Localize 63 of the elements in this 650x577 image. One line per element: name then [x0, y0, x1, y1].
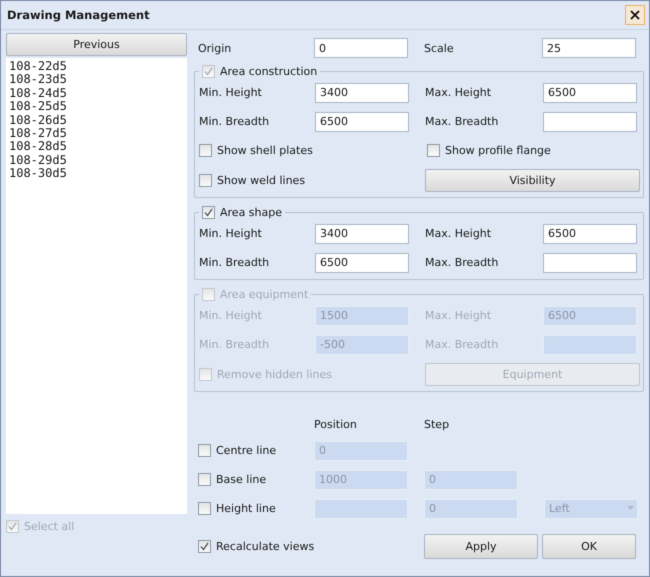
input-field[interactable]: 6500 — [543, 224, 637, 244]
input-field[interactable]: 3400 — [315, 82, 409, 102]
list-item[interactable]: 108-27d5 — [9, 127, 184, 140]
checkbox[interactable] — [198, 540, 211, 552]
field-label: Min. Breadth — [198, 338, 270, 351]
list-item[interactable]: 108-30d5 — [9, 167, 184, 181]
list-item[interactable]: 108-29d5 — [9, 154, 184, 168]
checkbox-label: Recalculate views — [216, 540, 314, 552]
field-label: Max. Breadth — [425, 338, 500, 351]
list-item[interactable]: 108-26d5 — [9, 114, 184, 128]
input-field[interactable]: 0 — [314, 38, 408, 58]
field-label: Min. Breadth — [198, 115, 270, 128]
checkbox[interactable] — [199, 144, 212, 157]
checkbox-label: Remove hidden lines — [217, 368, 332, 380]
visibility-button[interactable]: Visibility — [425, 168, 640, 192]
input-field[interactable]: 25 — [542, 38, 636, 58]
input-field[interactable]: 6500 — [543, 82, 637, 102]
checkbox[interactable] — [198, 473, 211, 486]
input-field[interactable] — [543, 252, 637, 272]
previous-button[interactable]: Previous — [6, 33, 187, 56]
caret-icon — [627, 506, 634, 511]
checkbox-label: Centre line — [216, 444, 276, 457]
close-icon — [630, 10, 640, 20]
checkbox-label: Show weld lines — [217, 174, 306, 186]
field-label: Min. Height — [198, 309, 263, 322]
field-label: Min. Height — [198, 227, 263, 240]
input-field[interactable]: 3400 — [315, 224, 409, 244]
checkbox-label: Height line — [216, 502, 276, 515]
apply-button[interactable]: Apply — [424, 534, 538, 558]
window-title: Drawing Management — [7, 8, 150, 22]
field-label: Origin — [197, 42, 232, 54]
field-label: Max. Breadth — [425, 256, 500, 269]
checkbox[interactable] — [198, 444, 211, 457]
field-label: Min. Height — [198, 86, 263, 99]
list-item[interactable]: 108-24d5 — [9, 86, 184, 100]
list-item[interactable]: 108-25d5 — [9, 100, 184, 114]
checkbox[interactable] — [202, 206, 215, 219]
checkbox[interactable] — [427, 144, 440, 157]
list-item[interactable]: 108-28d5 — [9, 140, 184, 154]
list-item[interactable]: 108-22d5 — [9, 60, 184, 74]
column-header: Step — [424, 418, 450, 430]
checkbox-label: Show profile flange — [445, 144, 551, 157]
field-label: Min. Breadth — [198, 256, 270, 269]
group-title: Area shape — [220, 206, 282, 219]
input-field[interactable]: 6500 — [315, 112, 409, 132]
input-field[interactable]: 6500 — [315, 252, 409, 272]
field-label: Max. Breadth — [425, 115, 500, 128]
checkbox-label: Select all — [24, 520, 74, 533]
group-title: Area equipment — [220, 288, 308, 301]
field-label: Max. Height — [425, 86, 492, 99]
ok-button[interactable]: OK — [542, 534, 636, 558]
field-label: Scale — [424, 42, 455, 54]
column-header: Position — [314, 418, 358, 430]
close-button[interactable] — [625, 5, 645, 25]
input-field[interactable] — [543, 112, 637, 132]
field-label: Max. Height — [425, 309, 492, 322]
checkbox-label: Base line — [216, 473, 266, 486]
checkbox[interactable] — [198, 502, 211, 515]
checkbox[interactable] — [199, 174, 212, 186]
list-item[interactable]: 108-23d5 — [9, 73, 184, 87]
group-title: Area construction — [220, 65, 318, 78]
checkbox-label: Show shell plates — [217, 144, 313, 157]
field-label: Max. Height — [425, 227, 492, 240]
